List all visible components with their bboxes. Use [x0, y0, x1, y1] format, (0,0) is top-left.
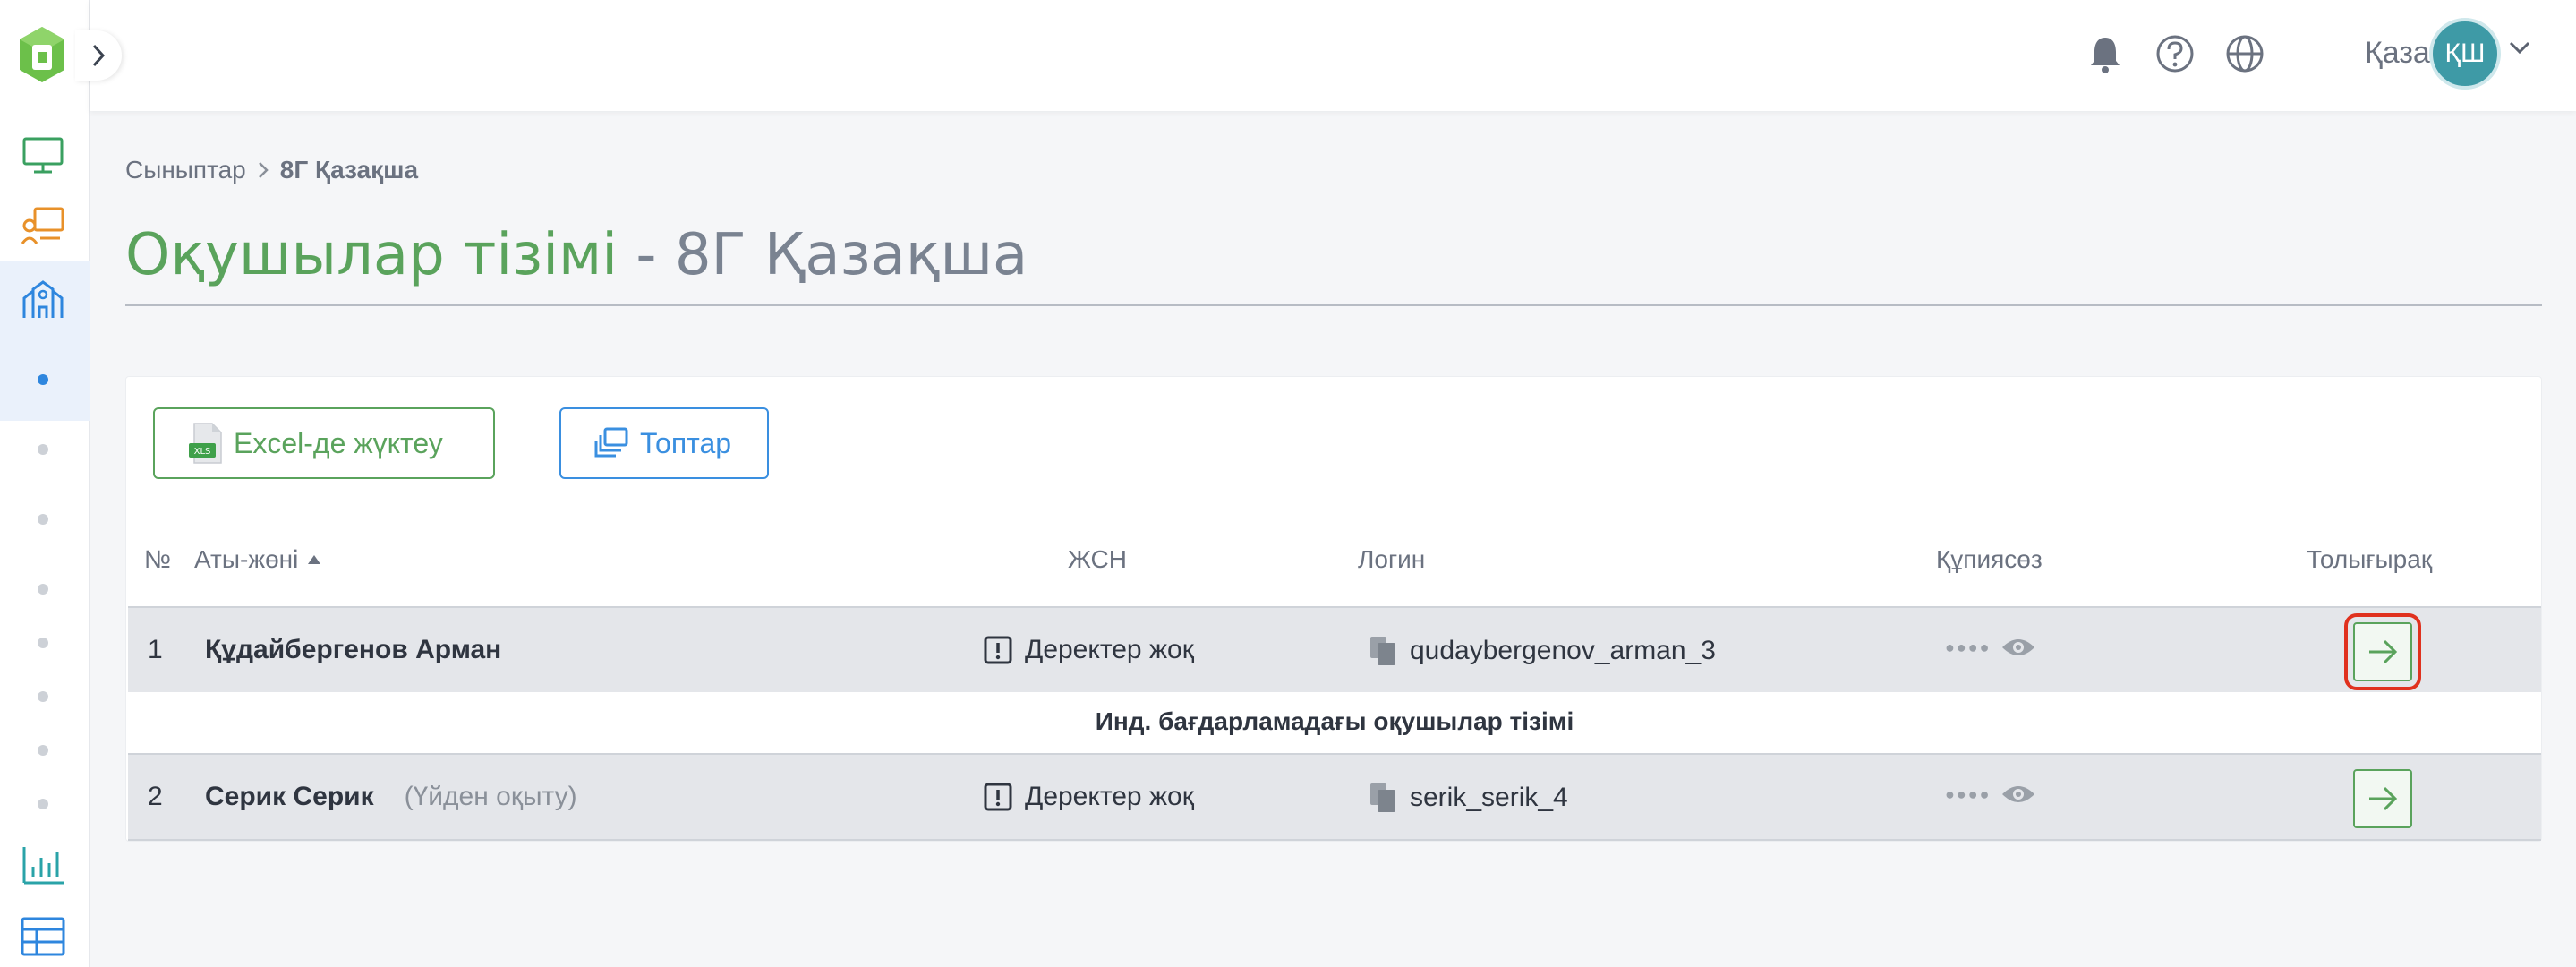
breadcrumb-current: 8Г Қазақша	[279, 156, 419, 184]
arrow-right-icon	[2369, 786, 2398, 811]
password-mask: ●●●●	[1945, 638, 1992, 656]
excel-download-label: Excel-де жүктеу	[234, 426, 443, 459]
breadcrumb-root[interactable]: Сыныптар	[125, 156, 246, 184]
col-header-num: №	[144, 545, 172, 573]
table-row: 1 Құдайбергенов Арман Деректер жоқ quday…	[128, 606, 2541, 694]
avatar[interactable]: ҚШ	[2429, 18, 2501, 90]
login-cell: serik_serik_4	[1369, 782, 1568, 814]
row-number: 2	[148, 782, 163, 811]
row-number: 1	[148, 635, 163, 664]
groups-label: Топтар	[640, 426, 732, 459]
subnav-dot-3[interactable]	[38, 514, 48, 525]
bell-icon[interactable]	[2084, 32, 2127, 75]
subnav-dot-5[interactable]	[38, 638, 48, 648]
excel-download-button[interactable]: XLS Excel-де жүктеу	[153, 407, 495, 479]
xls-file-icon: XLS	[187, 422, 223, 465]
login-value: qudaybergenov_arman_3	[1410, 636, 1716, 665]
monitor-icon[interactable]	[20, 133, 66, 179]
arrow-right-icon	[2369, 639, 2398, 664]
bar-chart-icon[interactable]	[20, 842, 66, 888]
chevron-right-icon	[92, 44, 106, 67]
subnav-dot-7[interactable]	[38, 745, 48, 756]
student-name: Құдайбергенов Арман	[205, 635, 502, 664]
individual-program-section-title: Инд. бағдарламадағы оқушылар тізімі	[128, 692, 2541, 751]
jsn-cell: Деректер жоқ	[984, 635, 1194, 665]
password-cell: ●●●●	[1945, 635, 2036, 660]
groups-button[interactable]: Топтар	[559, 407, 769, 479]
col-header-password: Құпиясөз	[1936, 545, 2043, 573]
top-header: Қазақша	[90, 0, 2576, 111]
help-icon[interactable]	[2154, 32, 2196, 75]
students-card: XLS Excel-де жүктеу Топтар № Аты-жөні ЖС…	[125, 376, 2542, 842]
sidebar	[0, 0, 90, 967]
col-header-name[interactable]: Аты-жөні	[194, 545, 321, 574]
breadcrumb: Сыныптар 8Г Қазақша	[125, 156, 418, 184]
student-name-cell: Серик Серик (Үйден оқыту)	[205, 782, 577, 812]
subnav-dot-2[interactable]	[38, 444, 48, 455]
subnav-dot-1[interactable]	[38, 374, 48, 385]
jsn-value: Деректер жоқ	[1025, 635, 1194, 664]
school-icon[interactable]	[20, 276, 66, 322]
col-header-jsn: ЖСН	[1068, 545, 1127, 573]
page-title: Оқушылар тізімі - 8Г Қазақша	[125, 222, 1028, 288]
jsn-cell: Деректер жоқ	[984, 782, 1194, 812]
col-header-name-label: Аты-жөні	[194, 545, 299, 573]
password-mask: ●●●●	[1945, 784, 1992, 803]
breadcrumb-chevron-icon	[258, 162, 269, 178]
copy-icon[interactable]	[1369, 782, 1397, 814]
alert-square-icon	[984, 636, 1012, 664]
details-button[interactable]	[2353, 769, 2412, 828]
avatar-initials: ҚШ	[2444, 39, 2486, 68]
subnav-dot-4[interactable]	[38, 584, 48, 595]
login-value: serik_serik_4	[1410, 783, 1568, 812]
student-name: Серик Серик	[205, 782, 374, 811]
eye-icon[interactable]	[2000, 635, 2036, 660]
col-header-login: Логин	[1358, 545, 1426, 573]
alert-square-icon	[984, 783, 1012, 811]
table-row: 2 Серик Серик (Үйден оқыту) Деректер жоқ…	[128, 753, 2541, 841]
chevron-down-icon[interactable]	[2508, 39, 2531, 62]
stacked-windows-icon	[593, 426, 629, 460]
page-title-separator: -	[618, 222, 675, 288]
jsn-value: Деректер жоқ	[1025, 782, 1194, 811]
title-divider	[125, 304, 2542, 306]
login-cell: qudaybergenov_arman_3	[1369, 635, 1716, 667]
globe-icon[interactable]	[2223, 32, 2266, 75]
page-title-main: Оқушылар тізімі	[125, 222, 618, 288]
teacher-board-icon[interactable]	[20, 202, 66, 249]
col-header-details: Толығырақ	[2307, 545, 2433, 573]
page-title-class: 8Г Қазақша	[674, 222, 1028, 288]
app-logo[interactable]	[18, 25, 66, 88]
subnav-dot-6[interactable]	[38, 691, 48, 702]
sort-asc-icon	[308, 555, 321, 564]
table-icon[interactable]	[20, 913, 66, 960]
svg-text:XLS: XLS	[194, 447, 211, 457]
details-button[interactable]	[2344, 613, 2421, 690]
eye-icon[interactable]	[2000, 782, 2036, 807]
subnav-dot-8[interactable]	[38, 799, 48, 809]
copy-icon[interactable]	[1369, 635, 1397, 667]
password-cell: ●●●●	[1945, 782, 2036, 807]
student-note: (Үйден оқыту)	[404, 782, 577, 811]
